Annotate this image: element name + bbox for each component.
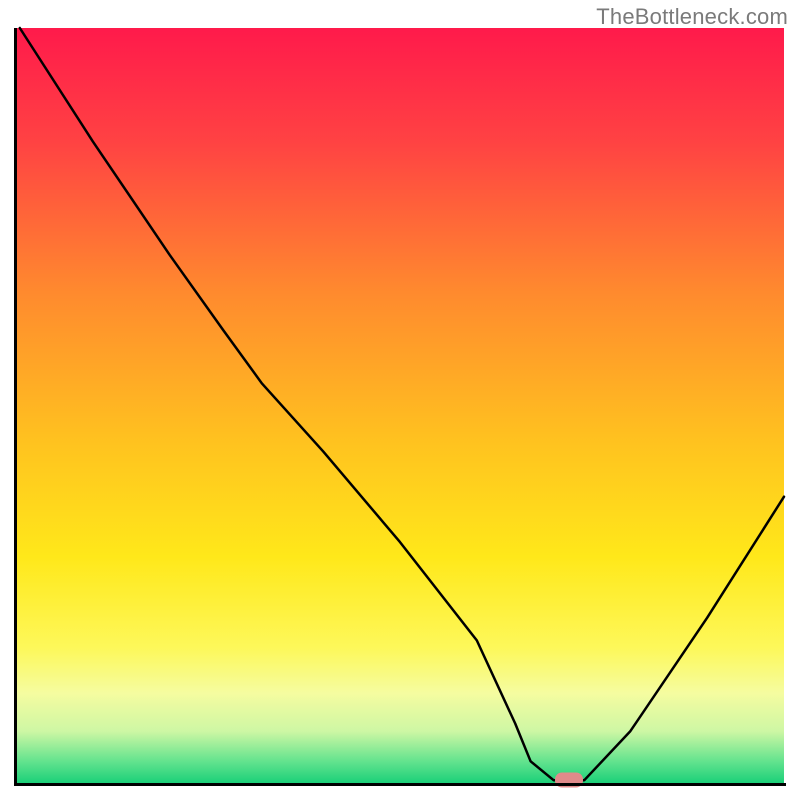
chart-background xyxy=(0,0,800,800)
x-axis xyxy=(14,783,786,786)
watermark-text: TheBottleneck.com xyxy=(596,4,788,30)
y-axis xyxy=(14,28,17,786)
chart-container: TheBottleneck.com xyxy=(0,0,800,800)
